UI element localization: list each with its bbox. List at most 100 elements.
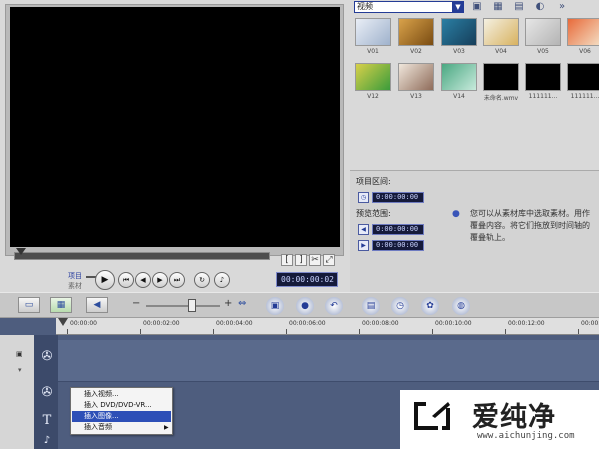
library-thumbnail[interactable]	[525, 18, 561, 46]
insert-media-icon[interactable]: ▣	[266, 297, 284, 315]
library-thumbnail[interactable]	[567, 18, 599, 46]
hint-bulb-icon: ●	[452, 209, 460, 219]
duration-icon: ◷	[358, 192, 369, 203]
menu-insert-audio[interactable]: 插入音频	[72, 422, 171, 433]
volume-button[interactable]: ♪	[214, 272, 230, 288]
expand-icon[interactable]: »	[555, 0, 569, 13]
timeline-view-icon: ▦	[56, 300, 66, 310]
thumbnail-label: V14	[453, 93, 465, 100]
library-category-select[interactable]: 视频	[354, 1, 464, 13]
record-icon[interactable]: ●	[296, 297, 314, 315]
zoom-slider-thumb[interactable]	[188, 299, 196, 312]
watermark-url: www.aichunjing.com	[477, 431, 575, 441]
audio-view-button[interactable]: ◀	[86, 297, 108, 313]
scrubber-handle[interactable]	[16, 248, 26, 255]
storyboard-view-button[interactable]: ▭	[18, 297, 40, 313]
home-button[interactable]: ⏮	[118, 272, 134, 288]
zoom-slider[interactable]	[146, 305, 220, 307]
thumbnail-label: V02	[410, 48, 422, 55]
library-thumbnail[interactable]	[441, 18, 477, 46]
zoom-out-icon[interactable]: −	[132, 298, 140, 309]
library-thumbnail[interactable]	[355, 18, 391, 46]
ruler-tick	[578, 329, 579, 334]
ruler-tick	[213, 329, 214, 334]
library-thumbnail[interactable]	[525, 63, 561, 91]
ruler-label: 00:00:12:00	[508, 320, 545, 327]
library-thumbnail[interactable]	[441, 63, 477, 91]
thumbnail-label: 未命名.wmv	[483, 95, 519, 102]
home-icon: ⏮	[122, 276, 130, 284]
film-reel-icon: ✇	[41, 349, 53, 364]
end-button[interactable]: ⏭	[169, 272, 185, 288]
folder-open-icon[interactable]: ▣	[470, 0, 484, 13]
timecode-display[interactable]: 00:00:00:02	[276, 272, 338, 287]
play-icon: ▶	[101, 275, 109, 285]
playhead-marker[interactable]	[58, 318, 68, 326]
menu-insert-video[interactable]: 插入视频...	[72, 389, 171, 400]
chapter-icon[interactable]: ◷	[391, 297, 409, 315]
undo-icon[interactable]: ↶	[325, 297, 343, 315]
project-range-label: 项目区间:	[356, 177, 391, 186]
options-icon[interactable]: ◐	[533, 0, 547, 13]
ruler-label: 00:00:04:00	[216, 320, 253, 327]
title-icon[interactable]: ◍	[452, 297, 470, 315]
end-marker-icon: ▶	[358, 240, 369, 251]
title-track-icon: T	[42, 413, 52, 428]
preview-start-field[interactable]: 0:00:00:00	[372, 224, 424, 235]
thumbnail-label: V06	[579, 48, 591, 55]
audio-track-icon: ♪	[43, 435, 51, 446]
ruler-label: 00:00:08:00	[362, 320, 399, 327]
menu-insert-image[interactable]: 插入图像...	[72, 411, 171, 422]
repeat-button[interactable]: ↻	[194, 272, 210, 288]
ruler-tick	[359, 329, 360, 334]
preview-screen	[10, 7, 340, 247]
ruler-label: 00:00:02:00	[143, 320, 180, 327]
fit-project-icon[interactable]: ⇔	[238, 298, 246, 309]
library-thumbnail[interactable]	[483, 18, 519, 46]
mark-out-button[interactable]: ]	[295, 254, 307, 266]
play-button[interactable]: ▶	[95, 270, 115, 290]
previous-frame-icon: ◀	[140, 276, 146, 284]
library-thumbnail[interactable]	[398, 63, 434, 91]
previous-frame-button[interactable]: ◀	[135, 272, 151, 288]
video-track[interactable]	[58, 340, 599, 382]
library-thumbnail[interactable]	[398, 18, 434, 46]
clip-editor-icon[interactable]: ▤	[362, 297, 380, 315]
thumbnail-label: V13	[410, 93, 422, 100]
timeline-view-button[interactable]: ▦	[50, 297, 72, 313]
clip-mode-label[interactable]: 素材	[68, 281, 82, 291]
ruler-tick	[67, 329, 68, 334]
ruler-tick	[286, 329, 287, 334]
preview-end-field[interactable]: 0:00:00:00	[372, 240, 424, 251]
thumbnail-label: V04	[495, 48, 507, 55]
library-thumbnail[interactable]	[567, 63, 599, 91]
track-collapse-icon[interactable]: ▾	[18, 366, 22, 374]
split-clip-button[interactable]: ✂	[309, 254, 321, 266]
library-thumbnail[interactable]	[355, 63, 391, 91]
thumbnail-label: 111111...	[570, 93, 599, 100]
hint-text: 您可以从素材库中选取素材。用作覆叠内容。将它们拖放到时间轴的覆叠轨上。	[470, 209, 590, 242]
volume-icon: ♪	[219, 276, 225, 284]
thumbnail-label: 111111...	[528, 93, 558, 100]
library-thumbnail[interactable]	[483, 63, 519, 91]
track-toggle-icon[interactable]: ▣	[16, 350, 23, 358]
preview-range-label: 预览范围:	[356, 209, 391, 218]
menu-insert-dvd[interactable]: 插入 DVD/DVD-VR...	[72, 400, 171, 411]
start-marker-icon: ◀	[358, 224, 369, 235]
next-frame-button[interactable]: ▶	[152, 272, 168, 288]
ruler-tick	[432, 329, 433, 334]
grid-view-icon[interactable]: ▦	[491, 0, 505, 13]
next-frame-icon: ▶	[157, 276, 163, 284]
preview-scrubber[interactable]	[14, 252, 270, 260]
submenu-arrow-icon: ▶	[164, 424, 169, 431]
enlarge-preview-button[interactable]: ⤢	[323, 254, 335, 266]
project-mode-label[interactable]: 项目	[68, 271, 82, 281]
library-manager-icon[interactable]: ▤	[512, 0, 526, 13]
zoom-in-icon[interactable]: +	[224, 298, 232, 309]
chevron-down-icon[interactable]: ▼	[452, 1, 464, 13]
mark-in-button[interactable]: [	[281, 254, 293, 266]
transition-icon[interactable]: ✿	[421, 297, 439, 315]
ruler-label: 00:00:00	[70, 320, 97, 327]
project-duration-field[interactable]: 0:00:00:00	[372, 192, 424, 203]
repeat-icon: ↻	[199, 276, 205, 284]
